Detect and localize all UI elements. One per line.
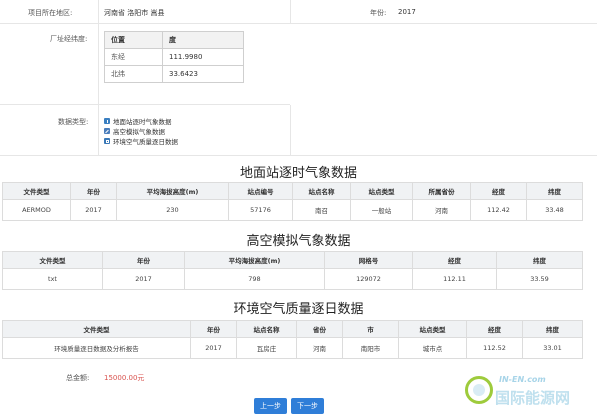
coordinates-label: 厂址经纬度: — [50, 35, 88, 43]
column-header: 纬度 — [496, 251, 583, 269]
upper-data-table: 文件类型 年份 平均海拔高度(m) 网格号 经度 纬度 txt 2017 798… — [2, 251, 583, 290]
air-quality-title: 环境空气质量逐日数据 — [233, 302, 364, 317]
table-cell: 33.59 — [496, 268, 583, 290]
data-type-text: 地面站逐时气象数据 — [113, 118, 172, 126]
column-header: 文件类型 — [2, 182, 71, 200]
column-header: 市 — [342, 320, 399, 338]
table-cell: 2017 — [70, 199, 117, 221]
table-cell: 57176 — [228, 199, 293, 221]
column-header: 年份 — [70, 182, 117, 200]
upper-data-title: 高空模拟气象数据 — [246, 234, 351, 249]
column-header: 所属省份 — [412, 182, 471, 200]
table-cell: 南阳市 — [342, 337, 399, 359]
column-header: 平均海拔高度(m) — [116, 182, 229, 200]
table-row: 北纬 33.6423 — [104, 65, 244, 83]
watermark-logo: IN-EN.com 国际能源网 — [463, 370, 593, 416]
divider — [290, 0, 291, 24]
table-cell: 2017 — [102, 268, 185, 290]
data-type-item: 地面站逐时气象数据 — [104, 116, 172, 126]
column-header: 平均海拔高度(m) — [184, 251, 325, 269]
data-type-text: 环境空气质量逐日数据 — [113, 138, 178, 146]
ground-data-table: 文件类型 年份 平均海拔高度(m) 站点编号 站点名称 站点类型 所属省份 经度… — [2, 182, 583, 221]
divider — [98, 105, 99, 155]
table-cell: 一般站 — [350, 199, 413, 221]
next-step-button[interactable]: 下一步 — [291, 398, 324, 414]
year-value: 2017 — [398, 8, 416, 16]
prev-step-button[interactable]: 上一步 — [254, 398, 287, 414]
column-header: 年份 — [102, 251, 185, 269]
table-cell: 230 — [116, 199, 229, 221]
data-type-item: 高空模拟气象数据 — [104, 126, 165, 136]
coordinates-table: 位置 度 东经 111.9980 北纬 33.6423 — [104, 31, 244, 83]
coordinate-name: 北纬 — [104, 65, 163, 83]
table-row: AERMOD 2017 230 57176 南召 一般站 河南 112.42 3… — [2, 199, 583, 221]
table-cell: 城市点 — [398, 337, 467, 359]
table-row: 东经 111.9980 — [104, 48, 244, 66]
pen-icon — [104, 128, 110, 134]
region-label: 项目所在地区: — [28, 9, 73, 17]
table-cell: 33.48 — [526, 199, 583, 221]
divider — [290, 105, 291, 155]
table-cell: 112.52 — [466, 337, 523, 359]
column-header: 站点名称 — [292, 182, 351, 200]
table-row: 环境质量逐日数据及分析报告 2017 瓦房庄 河南 南阳市 城市点 112.52… — [2, 337, 583, 359]
column-header: 经度 — [412, 251, 497, 269]
project-info-row: 项目所在地区: 河南省 洛阳市 嵩县 年份: 2017 — [0, 0, 597, 24]
column-header: 网格号 — [324, 251, 413, 269]
table-cell: 2017 — [190, 337, 237, 359]
coordinate-value: 33.6423 — [162, 65, 244, 83]
table-cell: 33.01 — [522, 337, 583, 359]
coordinates-header-cell: 位置 — [104, 31, 163, 49]
watermark-name: 国际能源网 — [495, 389, 571, 407]
sun-icon — [465, 376, 493, 404]
divider — [98, 0, 99, 24]
column-header: 纬度 — [526, 182, 583, 200]
column-header: 站点名称 — [236, 320, 297, 338]
table-cell: 河南 — [412, 199, 471, 221]
total-amount-value: 15000.00元 — [104, 374, 145, 382]
data-types-label: 数据类型: — [58, 118, 89, 126]
column-header: 纬度 — [522, 320, 583, 338]
column-header: 省份 — [296, 320, 343, 338]
table-cell: txt — [2, 268, 103, 290]
total-amount-label: 总金额: — [66, 374, 90, 382]
ground-data-title: 地面站逐时气象数据 — [239, 166, 357, 181]
table-header-row: 文件类型 年份 平均海拔高度(m) 网格号 经度 纬度 — [2, 251, 583, 269]
column-header: 站点编号 — [228, 182, 293, 200]
table-cell: 南召 — [292, 199, 351, 221]
table-cell: 瓦房庄 — [236, 337, 297, 359]
coordinates-header-row: 位置 度 — [104, 31, 244, 49]
table-cell: 798 — [184, 268, 325, 290]
coordinate-name: 东经 — [104, 48, 163, 66]
column-header: 经度 — [466, 320, 523, 338]
divider — [0, 104, 290, 105]
region-value: 河南省 洛阳市 嵩县 — [104, 9, 165, 17]
coordinate-value: 111.9980 — [162, 48, 244, 66]
coordinates-header-cell: 度 — [162, 31, 244, 49]
column-header: 文件类型 — [2, 251, 103, 269]
table-row: txt 2017 798 129072 112.11 33.59 — [2, 268, 583, 290]
divider — [98, 24, 99, 104]
table-cell: 112.11 — [412, 268, 497, 290]
data-type-text: 高空模拟气象数据 — [113, 128, 165, 136]
watermark-domain: IN-EN.com — [499, 375, 546, 384]
column-header: 经度 — [470, 182, 527, 200]
table-cell: 河南 — [296, 337, 343, 359]
air-quality-table: 文件类型 年份 站点名称 省份 市 站点类型 经度 纬度 环境质量逐日数据及分析… — [2, 320, 583, 359]
column-header: 站点类型 — [398, 320, 467, 338]
table-cell: 环境质量逐日数据及分析报告 — [2, 337, 191, 359]
table-header-row: 文件类型 年份 站点名称 省份 市 站点类型 经度 纬度 — [2, 320, 583, 338]
table-cell: 112.42 — [470, 199, 527, 221]
year-label: 年份: — [370, 9, 387, 17]
data-type-item: 环境空气质量逐日数据 — [104, 136, 178, 146]
column-header: 文件类型 — [2, 320, 191, 338]
table-cell: AERMOD — [2, 199, 71, 221]
document-icon — [104, 138, 110, 144]
column-header: 年份 — [190, 320, 237, 338]
info-icon — [104, 118, 110, 124]
column-header: 站点类型 — [350, 182, 413, 200]
table-cell: 129072 — [324, 268, 413, 290]
divider — [0, 155, 597, 156]
table-header-row: 文件类型 年份 平均海拔高度(m) 站点编号 站点名称 站点类型 所属省份 经度… — [2, 182, 583, 200]
